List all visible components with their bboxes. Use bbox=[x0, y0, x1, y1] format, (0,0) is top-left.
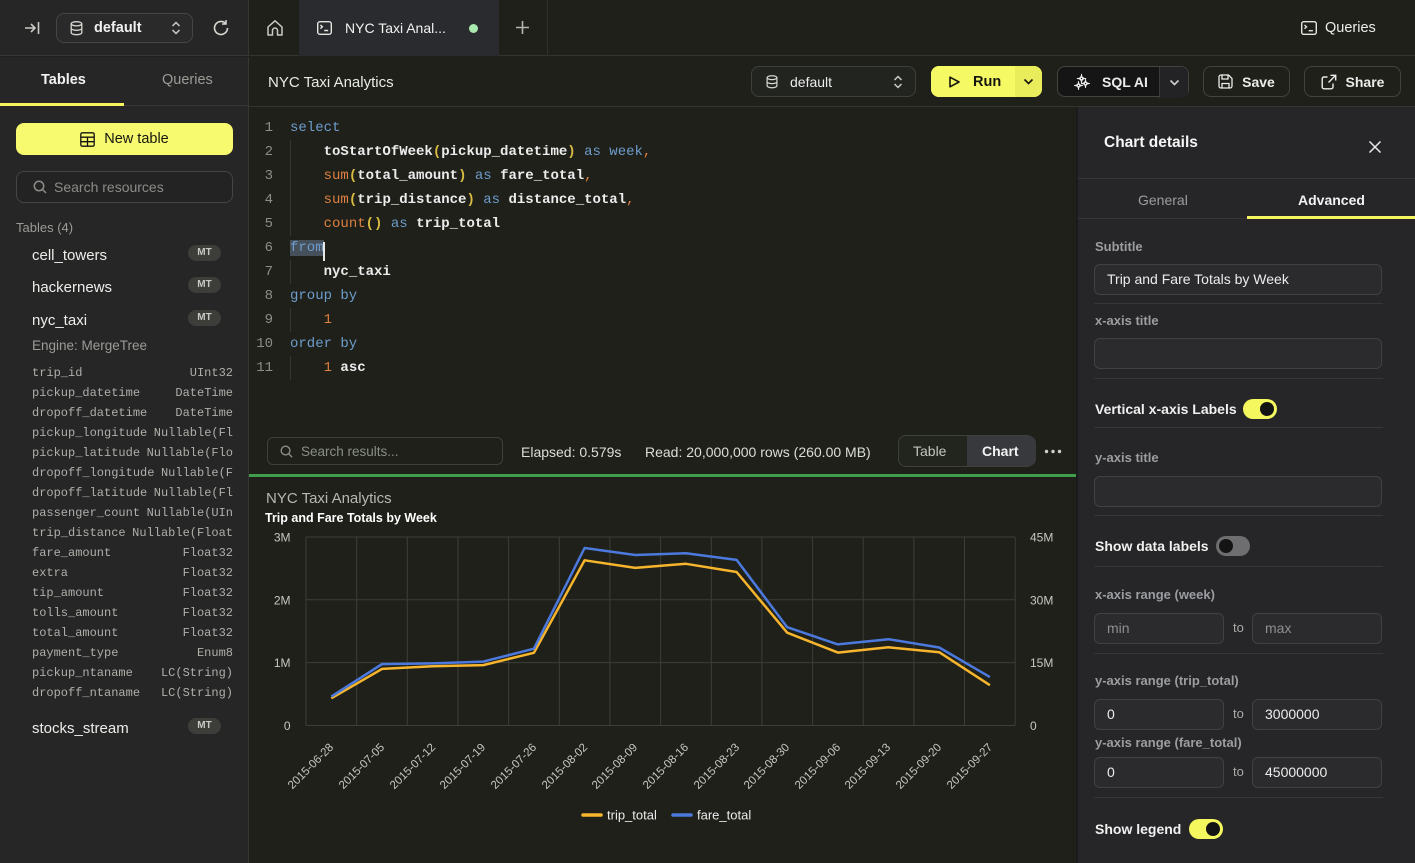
svg-text:2015-07-05: 2015-07-05 bbox=[337, 742, 387, 792]
svg-text:2015-08-09: 2015-08-09 bbox=[590, 742, 640, 792]
svg-text:2015-09-27: 2015-09-27 bbox=[945, 742, 995, 792]
svg-text:3M: 3M bbox=[274, 531, 291, 545]
svg-text:1M: 1M bbox=[274, 656, 291, 670]
svg-text:2015-07-19: 2015-07-19 bbox=[438, 742, 488, 792]
svg-text:2015-09-06: 2015-09-06 bbox=[793, 742, 843, 792]
svg-text:15M: 15M bbox=[1030, 656, 1053, 670]
svg-text:2M: 2M bbox=[274, 593, 291, 607]
svg-text:0: 0 bbox=[1030, 719, 1037, 733]
svg-text:2015-06-28: 2015-06-28 bbox=[286, 742, 336, 792]
svg-text:trip_total: trip_total bbox=[607, 808, 657, 823]
svg-text:NYC Taxi Analytics: NYC Taxi Analytics bbox=[266, 490, 392, 507]
svg-text:0: 0 bbox=[284, 719, 291, 733]
svg-text:2015-08-30: 2015-08-30 bbox=[742, 742, 792, 792]
svg-text:2015-08-23: 2015-08-23 bbox=[692, 742, 742, 792]
svg-text:45M: 45M bbox=[1030, 531, 1053, 545]
svg-text:2015-08-16: 2015-08-16 bbox=[641, 742, 691, 792]
svg-text:2015-07-12: 2015-07-12 bbox=[388, 742, 438, 792]
svg-text:2015-08-02: 2015-08-02 bbox=[540, 742, 590, 792]
svg-text:2015-09-20: 2015-09-20 bbox=[894, 742, 944, 792]
svg-text:Trip and Fare Totals by Week: Trip and Fare Totals by Week bbox=[265, 511, 437, 525]
svg-text:2015-07-26: 2015-07-26 bbox=[489, 742, 539, 792]
svg-text:30M: 30M bbox=[1030, 593, 1053, 607]
svg-text:fare_total: fare_total bbox=[697, 808, 751, 823]
svg-text:2015-09-13: 2015-09-13 bbox=[843, 742, 893, 792]
